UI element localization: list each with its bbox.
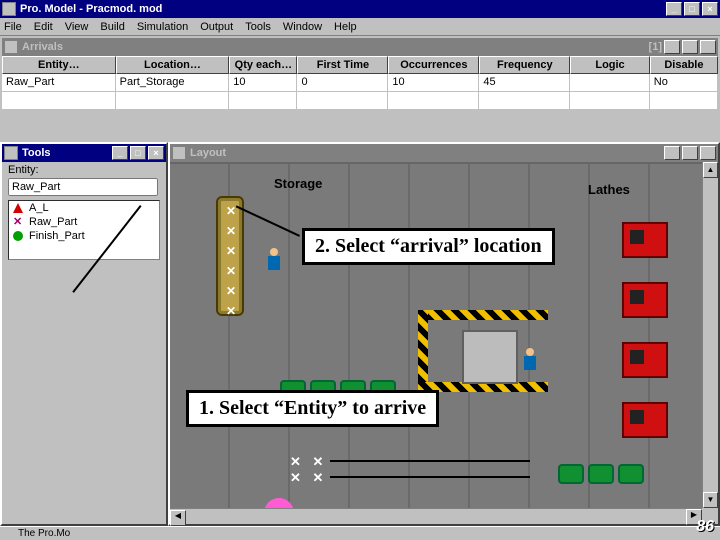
triangle-icon [13, 203, 23, 213]
menu-simulation[interactable]: Simulation [137, 21, 188, 33]
tools-minimize-button[interactable]: _ [112, 146, 128, 160]
layout-titlebar: Layout _ □ × [170, 144, 718, 162]
col-disable[interactable]: Disable [650, 56, 718, 74]
green-bin[interactable] [618, 464, 644, 484]
col-first-time[interactable]: First Time [297, 56, 388, 74]
list-item: Finish_Part [9, 229, 159, 243]
tools-window: Tools _ □ × Entity: A_L ✕ Raw_Part Finis… [0, 142, 168, 526]
slot-marker-icon: ✕ [226, 224, 236, 238]
col-entity[interactable]: Entity… [2, 56, 116, 74]
list-item-label: A_L [29, 202, 49, 214]
layout-vertical-scrollbar[interactable] [702, 162, 718, 508]
callout-step2: 2. Select “arrival” location [302, 228, 555, 265]
tools-maximize-button[interactable]: □ [130, 146, 146, 160]
page-number: 86 [696, 518, 714, 536]
col-frequency[interactable]: Frequency [479, 56, 570, 74]
arrivals-window: Arrivals [1] _ □ × Entity… Location… Qty… [0, 36, 720, 112]
layout-horizontal-scrollbar[interactable] [170, 508, 702, 524]
lathe-machine[interactable] [622, 282, 668, 318]
hazard-strip [418, 310, 428, 390]
list-item: ✕ Raw_Part [9, 215, 159, 229]
slot-marker-icon: ✕ [226, 204, 236, 218]
tools-titlebar: Tools _ □ × [2, 144, 166, 162]
green-bin[interactable] [558, 464, 584, 484]
maximize-button[interactable]: □ [684, 2, 700, 16]
cell-logic[interactable] [570, 74, 650, 92]
slot-marker-icon: ✕ [226, 284, 236, 298]
menu-output[interactable]: Output [200, 21, 233, 33]
menu-view[interactable]: View [65, 21, 89, 33]
circle-icon [13, 231, 23, 241]
storage-rack[interactable]: ✕ ✕ ✕ ✕ ✕ ✕ [216, 196, 244, 316]
menu-edit[interactable]: Edit [34, 21, 53, 33]
arrivals-title: Arrivals [22, 41, 63, 53]
cell-occurrences[interactable]: 10 [388, 74, 479, 92]
col-occurrences[interactable]: Occurrences [388, 56, 479, 74]
cross-icon: ✕ [13, 217, 23, 227]
green-bin[interactable] [588, 464, 614, 484]
cell-frequency[interactable]: 45 [479, 74, 570, 92]
arrivals-maximize-button[interactable]: □ [682, 40, 698, 54]
app-titlebar: Pro. Model - Pracmod. mod _ □ × [0, 0, 720, 18]
layout-maximize-button[interactable]: □ [682, 146, 698, 160]
arrivals-grid: Entity… Location… Qty each… First Time O… [2, 56, 718, 92]
slot-marker-icon: ✕ [226, 244, 236, 258]
layout-close-button[interactable]: × [700, 146, 716, 160]
hazard-strip [418, 310, 548, 320]
lathes-label: Lathes [588, 182, 630, 197]
taskbar-label: The Pro.Mo [18, 528, 70, 539]
worker-icon [266, 248, 282, 272]
storage-label: Storage [274, 176, 322, 191]
menu-build[interactable]: Build [100, 21, 124, 33]
close-button[interactable]: × [702, 2, 718, 16]
layout-title: Layout [190, 147, 226, 159]
minimize-button[interactable]: _ [666, 2, 682, 16]
arrivals-icon [4, 40, 18, 54]
conveyor-line [330, 476, 530, 478]
cell-location[interactable]: Part_Storage [116, 74, 230, 92]
col-location[interactable]: Location… [116, 56, 230, 74]
cell-first-time[interactable]: 0 [297, 74, 388, 92]
conveyor-line [330, 460, 530, 462]
list-item-label: Finish_Part [29, 230, 85, 242]
cell-qty[interactable]: 10 [229, 74, 297, 92]
app-icon [2, 2, 16, 16]
slot-marker-icon: ✕ [226, 304, 236, 318]
conveyor-slot-icon: ✕ ✕ [290, 470, 327, 486]
arrivals-minimize-button[interactable]: _ [664, 40, 680, 54]
lathe-machine[interactable] [622, 342, 668, 378]
worker-icon [522, 348, 538, 372]
menu-help[interactable]: Help [334, 21, 357, 33]
menubar: File Edit View Build Simulation Output T… [0, 18, 720, 36]
col-logic[interactable]: Logic [570, 56, 650, 74]
arrivals-close-button[interactable]: × [700, 40, 716, 54]
tools-close-button[interactable]: × [148, 146, 164, 160]
layout-window: Layout _ □ × Storage Lathes Finish Finis… [168, 142, 720, 526]
app-title: Pro. Model - Pracmod. mod [20, 3, 162, 15]
arrivals-counter: [1] [649, 41, 662, 53]
tools-title: Tools [22, 147, 51, 159]
taskbar: The Pro.Mo [0, 526, 720, 540]
menu-file[interactable]: File [4, 21, 22, 33]
grey-machine[interactable] [462, 330, 518, 384]
cell-disable[interactable]: No [650, 74, 718, 92]
menu-window[interactable]: Window [283, 21, 322, 33]
lathe-machine[interactable] [622, 222, 668, 258]
lathe-machine[interactable] [622, 402, 668, 438]
cell-entity[interactable]: Raw_Part [2, 74, 116, 92]
entity-label: Entity: [2, 162, 166, 178]
list-item-label: Raw_Part [29, 216, 77, 228]
conveyor-slot-icon: ✕ ✕ [290, 454, 327, 470]
entity-input[interactable] [8, 178, 158, 196]
tools-icon [4, 146, 18, 160]
menu-tools[interactable]: Tools [245, 21, 271, 33]
slot-marker-icon: ✕ [226, 264, 236, 278]
layout-minimize-button[interactable]: _ [664, 146, 680, 160]
layout-icon [172, 146, 186, 160]
arrivals-empty-row[interactable] [2, 92, 718, 110]
col-qty[interactable]: Qty each… [229, 56, 297, 74]
taskbar-app-icon [4, 529, 14, 539]
callout-step1: 1. Select “Entity” to arrive [186, 390, 439, 427]
arrivals-titlebar: Arrivals [1] _ □ × [2, 38, 718, 56]
